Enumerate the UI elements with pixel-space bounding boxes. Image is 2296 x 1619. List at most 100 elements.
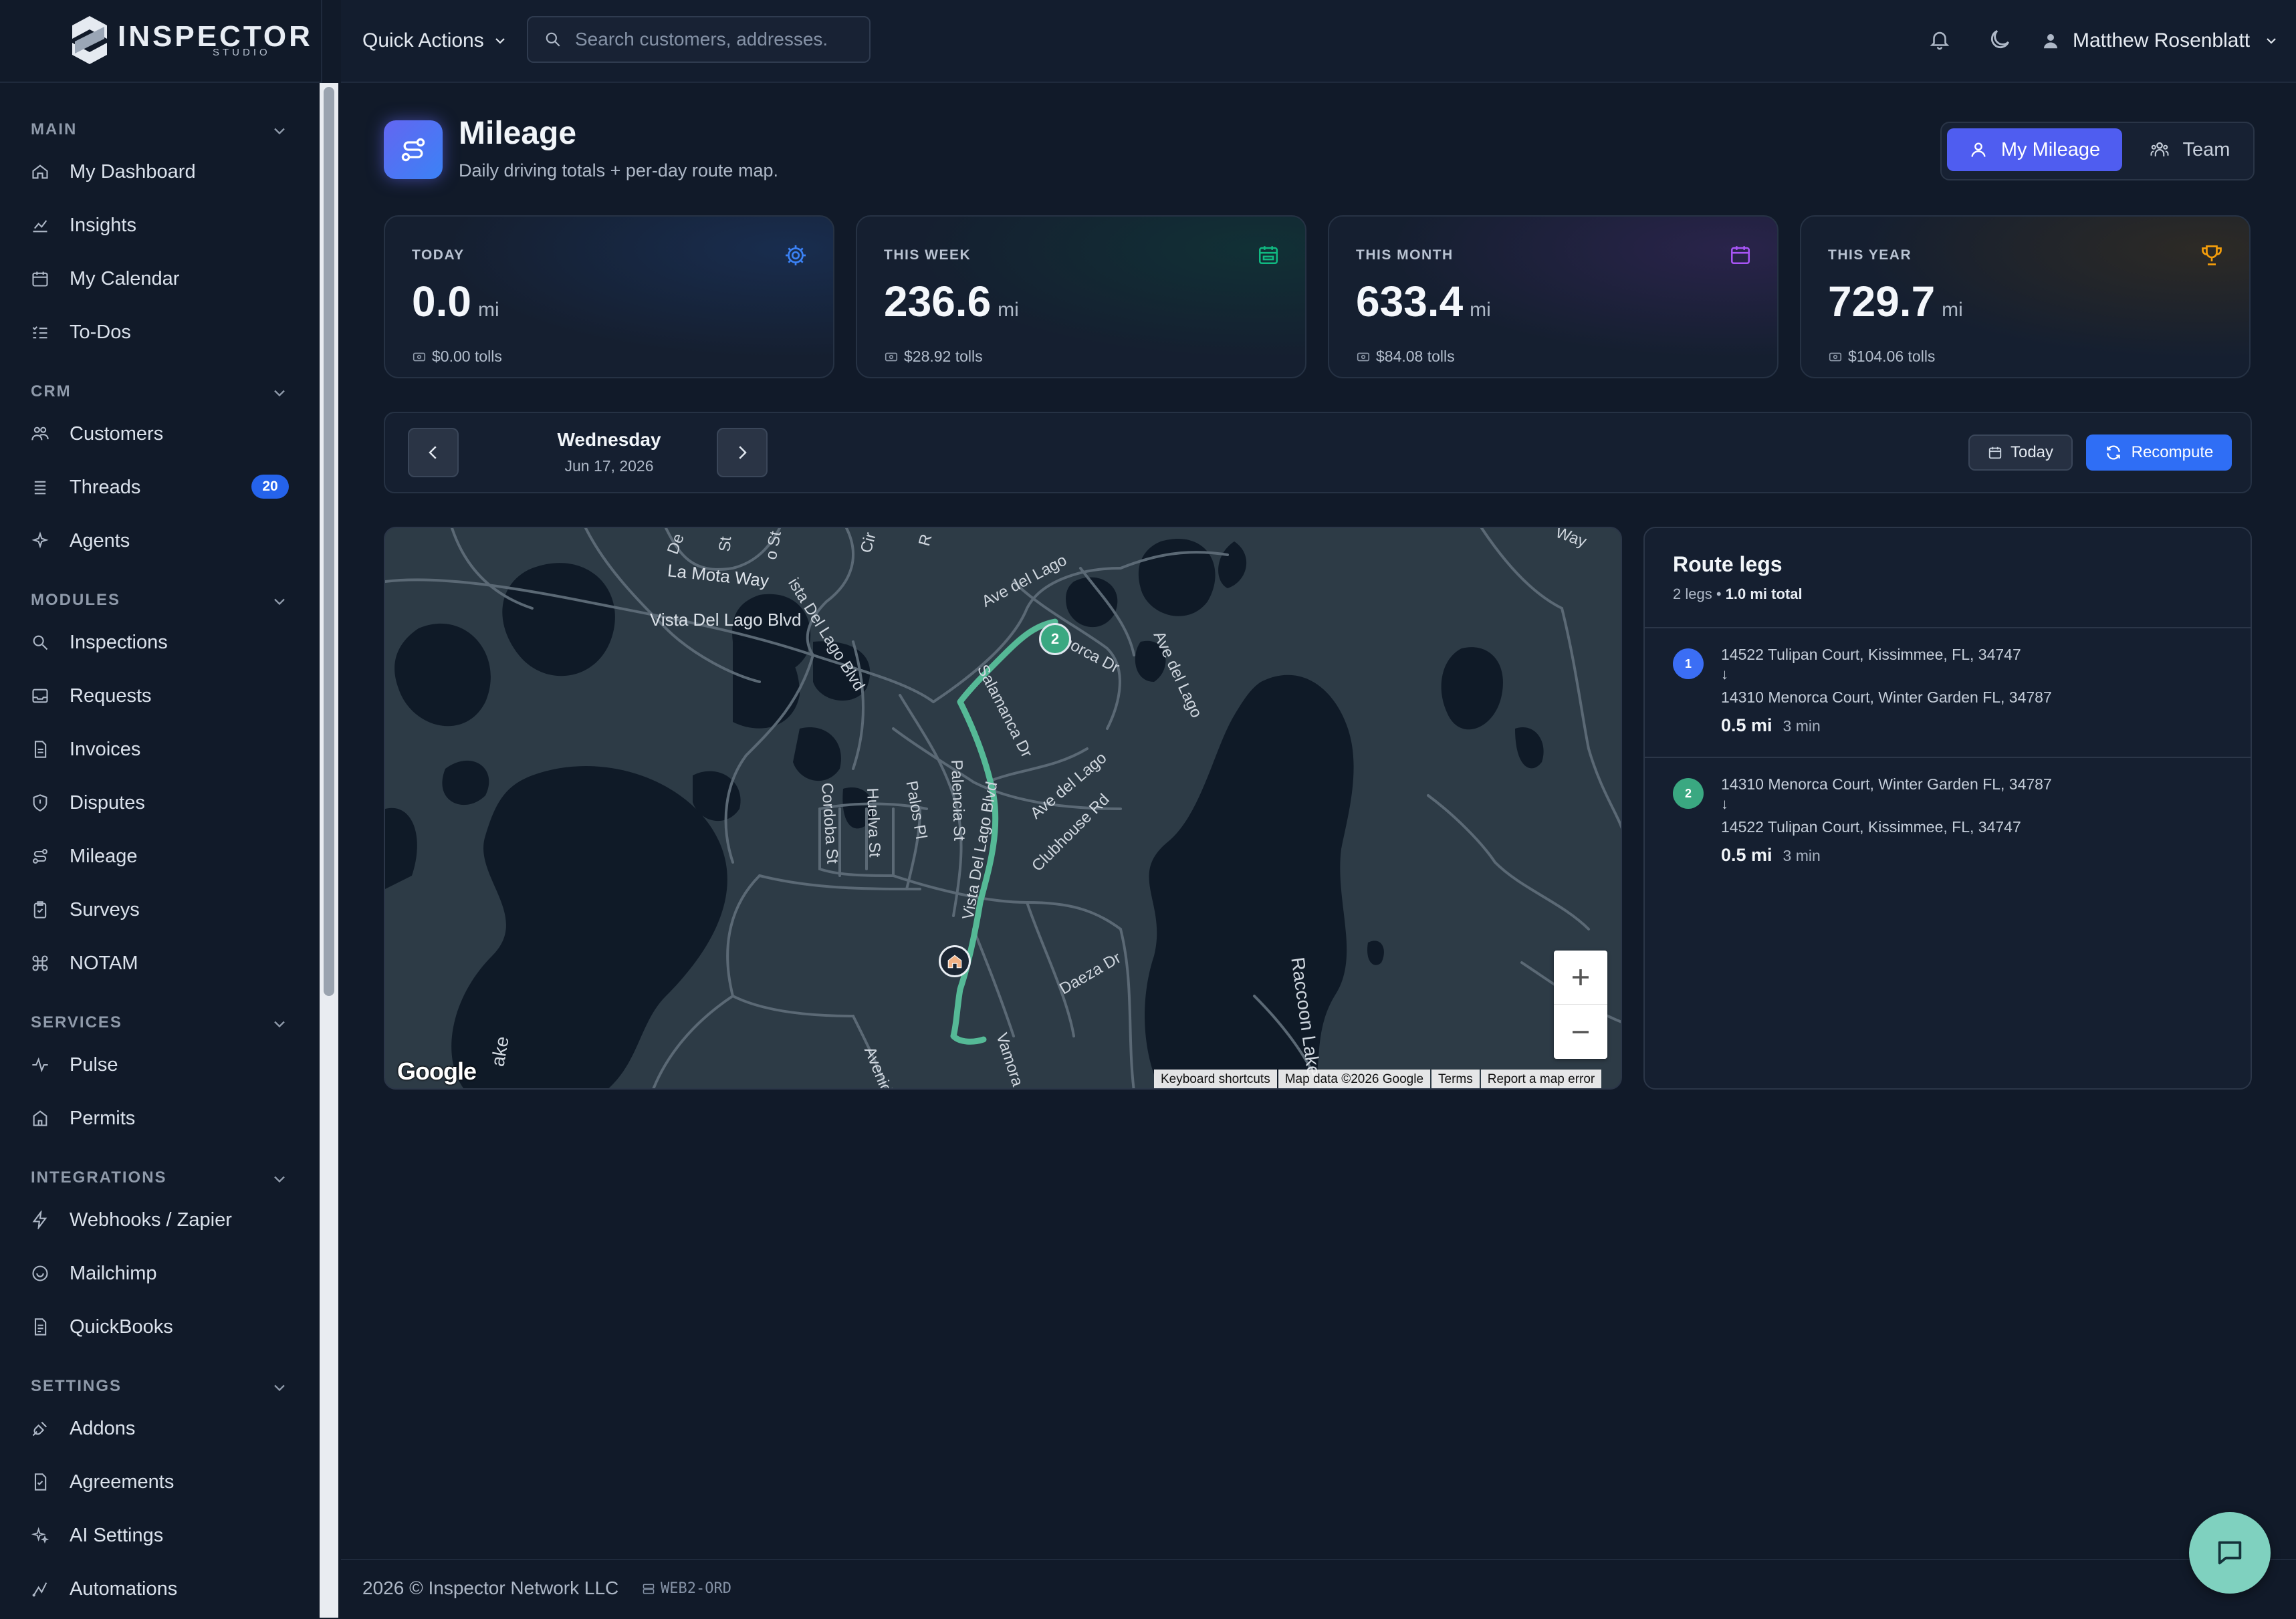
moon-icon[interactable]: [1987, 27, 2013, 52]
sidebar-item-pulse[interactable]: Pulse: [31, 1048, 298, 1082]
next-day-button[interactable]: [717, 428, 768, 477]
sidebar-item-label: NOTAM: [70, 952, 138, 974]
arrow-down-icon: ↓: [1721, 666, 1728, 682]
footer-server-name: WEB2-ORD: [661, 1580, 731, 1597]
map-canvas[interactable]: [385, 528, 1622, 1090]
chevron-down-icon[interactable]: [270, 1378, 289, 1397]
stat-tolls: $84.08 tolls: [1356, 348, 1455, 366]
sidebar-item-agreements[interactable]: Agreements: [31, 1465, 298, 1499]
zoom-in-button[interactable]: [1554, 951, 1607, 1005]
my-mileage-button[interactable]: My Mileage: [1947, 128, 2122, 171]
stat-tolls-text: $84.08 tolls: [1376, 348, 1455, 365]
sidebar-item-automations[interactable]: Automations: [31, 1572, 298, 1606]
sidebar-item-label: Pulse: [70, 1053, 118, 1076]
sidebar-item-label: My Calendar: [70, 267, 180, 289]
sidebar-scrollbar-thumb[interactable]: [324, 87, 334, 996]
sidebar-item-label: Agreements: [70, 1471, 175, 1493]
chevron-down-icon[interactable]: [270, 1015, 289, 1033]
recompute-button[interactable]: Recompute: [2086, 434, 2232, 471]
sidebar-item-label: Surveys: [70, 898, 140, 920]
leg-miles: 0.5 mi: [1721, 845, 1772, 865]
leg-from-address: 14310 Menorca Court, Winter Garden FL, 3…: [1721, 775, 2052, 793]
home-icon: [947, 955, 962, 969]
gear-icon: [786, 245, 806, 265]
section-crm: CRM: [31, 382, 72, 400]
user-icon: [1971, 142, 1986, 157]
stat-value: 633.4 mi: [1356, 277, 1491, 326]
search-box[interactable]: [527, 16, 871, 63]
route-legs-summary: 2 legs • 1.0 mi total: [1673, 586, 1803, 602]
terms-link[interactable]: Terms: [1431, 1070, 1480, 1088]
sidebar-item-label: Webhooks / Zapier: [70, 1209, 232, 1231]
quick-actions-menu[interactable]: Quick Actions: [362, 24, 508, 57]
bolt-icon: [32, 1211, 47, 1229]
sidebar-item-webhooks-zapier[interactable]: Webhooks / Zapier: [31, 1203, 298, 1237]
leg-duration: 3 min: [1783, 717, 1821, 735]
leg-number-badge: 2: [1673, 778, 1704, 809]
sidebar-item-disputes[interactable]: Disputes: [31, 786, 298, 820]
stat-tolls-text: $0.00 tolls: [432, 348, 502, 365]
chart-icon: [33, 220, 47, 233]
report-map-error-link[interactable]: Report a map error: [1480, 1070, 1602, 1088]
route-map[interactable]: De St o St Cir R La Mota Way Vista Del L…: [384, 527, 1622, 1090]
calendar-icon: [1730, 246, 1750, 265]
sidebar-item-ai-settings[interactable]: AI Settings: [31, 1519, 298, 1552]
shield-icon: [33, 794, 47, 812]
zoom-out-button[interactable]: [1554, 1005, 1607, 1059]
sidebar-item-label: Permits: [70, 1107, 136, 1129]
sidebar-item-permits[interactable]: Permits: [31, 1102, 298, 1135]
sidebar-item-addons[interactable]: Addons: [31, 1412, 298, 1445]
user-menu[interactable]: Matthew Rosenblatt: [2041, 24, 2279, 57]
team-button[interactable]: Team: [2133, 128, 2247, 171]
selected-weekday: Wednesday: [557, 429, 661, 450]
sidebar-item-inspections[interactable]: Inspections: [31, 626, 298, 659]
command-icon: [32, 955, 48, 971]
toll-icon: [885, 352, 898, 361]
leg-duration: 3 min: [1783, 847, 1821, 864]
home-icon: [32, 164, 48, 179]
search-input[interactable]: [574, 21, 857, 57]
section-modules: MODULES: [31, 591, 120, 609]
chevron-down-icon[interactable]: [270, 384, 289, 402]
chevron-down-icon[interactable]: [270, 122, 289, 140]
brand-logo[interactable]: INSPECTOR STUDIO: [0, 0, 321, 83]
sidebar-item-requests[interactable]: Requests: [31, 679, 298, 713]
keyboard-shortcuts-link[interactable]: Keyboard shortcuts: [1154, 1070, 1277, 1088]
chat-button[interactable]: [2189, 1512, 2271, 1594]
bell-icon[interactable]: [1928, 28, 1951, 51]
route-stop-marker[interactable]: 2: [1039, 623, 1071, 655]
sidebar-item-mailchimp[interactable]: Mailchimp: [31, 1257, 298, 1290]
sidebar-item-insights[interactable]: Insights: [31, 209, 298, 242]
sidebar-item-notam[interactable]: NOTAM: [31, 947, 298, 980]
google-logo[interactable]: Google: [397, 1057, 477, 1086]
today-button-label: Today: [2010, 443, 2054, 461]
threads-count-badge: 20: [251, 475, 289, 499]
sidebar-item-surveys[interactable]: Surveys: [31, 893, 298, 926]
document-icon: [34, 1473, 47, 1491]
chevron-down-icon[interactable]: [270, 592, 289, 611]
stat-card-today: TODAY 0.0 mi $0.00 tolls: [384, 215, 834, 378]
route-leg-item[interactable]: 2 14310 Menorca Court, Winter Garden FL,…: [1645, 758, 2251, 886]
stat-tolls: $0.00 tolls: [412, 348, 502, 366]
calendar-week-icon: [1258, 246, 1278, 265]
route-leg-item[interactable]: 1 14522 Tulipan Court, Kissimmee, FL, 34…: [1645, 628, 2251, 757]
sidebar-item-invoices[interactable]: Invoices: [31, 733, 298, 766]
leg-number-badge: 1: [1673, 648, 1704, 679]
today-button[interactable]: Today: [1968, 434, 2073, 471]
sidebar-item-my-dashboard[interactable]: My Dashboard: [31, 155, 298, 189]
sidebar-item-quickbooks[interactable]: QuickBooks: [31, 1310, 298, 1344]
sidebar-item-my-calendar[interactable]: My Calendar: [31, 262, 298, 295]
previous-day-button[interactable]: [408, 428, 459, 477]
invoice-icon: [34, 741, 47, 758]
sidebar-item-agents[interactable]: Agents: [31, 524, 298, 557]
stat-number: 633.4: [1356, 277, 1464, 326]
sidebar-item-label: QuickBooks: [70, 1316, 173, 1338]
sidebar-item-label: To-Dos: [70, 321, 131, 343]
search-icon: [33, 635, 48, 650]
home-marker[interactable]: [939, 945, 971, 977]
sidebar-item-to-dos[interactable]: To-Dos: [31, 316, 298, 349]
chevron-down-icon[interactable]: [270, 1170, 289, 1189]
sidebar-item-mileage[interactable]: Mileage: [31, 840, 298, 873]
sidebar-item-customers[interactable]: Customers: [31, 417, 298, 451]
selected-date: Jun 17, 2026: [564, 457, 654, 475]
